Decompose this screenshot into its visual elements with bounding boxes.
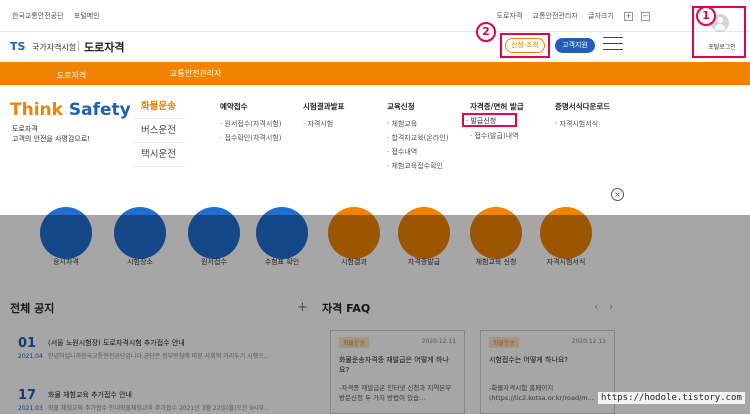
- quick-label: 체험교육 신청: [475, 258, 517, 266]
- nav-tab-road-qualification[interactable]: 도로자격: [10, 62, 133, 86]
- nav-tab-traffic-safety-manager[interactable]: 교통안전관리자: [170, 62, 280, 85]
- brand-tagline-1: 도로자격: [12, 125, 38, 133]
- faq-answer: -화물자격시험 홈페이지(https://lic2.kotsa.or.kr/ro…: [489, 384, 594, 402]
- notice-month: 2021.03: [18, 405, 43, 412]
- menu-link-issue-apply[interactable]: · 발급신청: [466, 116, 496, 126]
- notice-section-title: 전체 공지: [10, 302, 55, 315]
- exam-forms-icon[interactable]: [540, 207, 592, 259]
- annotation-number-1: 1: [696, 6, 716, 26]
- ticket-check-icon[interactable]: [256, 207, 308, 259]
- site-title[interactable]: 도로자격: [84, 39, 124, 55]
- faq-carousel-arrows: ‹ ›: [594, 300, 613, 313]
- kotsa-link[interactable]: 한국교통안전공단: [12, 12, 64, 20]
- quick-label: 시험결과: [341, 258, 367, 266]
- quick-label: 수험표 확인: [264, 258, 300, 266]
- faq-card[interactable]: 화물운송 2020.12.11 화물운송자격증 재발급은 어떻게 하나요? -자…: [330, 330, 465, 414]
- notice-day: 01: [18, 336, 37, 351]
- notice-more-icon[interactable]: +: [297, 300, 308, 315]
- notice-item-desc: 화물 체험교육 추가접수 안내화물체험교육 추가접수 2021년 3월 22일(…: [48, 405, 270, 412]
- menu-link-issue-history[interactable]: · 접수(발급)내역: [470, 131, 524, 141]
- customer-support-button[interactable]: 고객지원: [555, 38, 595, 53]
- application-icon[interactable]: [188, 207, 240, 259]
- faq-answer: -자격증 재발급은 인터넷 신청과 지역본부 방문신청 두 가지 방법이 있습.…: [339, 384, 452, 402]
- traffic-safety-manager-link[interactable]: 교통안전관리자: [533, 12, 578, 20]
- blog-watermark: https://hodole.tistory.com: [598, 392, 745, 404]
- road-qualification-link[interactable]: 도로자격: [497, 12, 523, 20]
- annotation-number-2: 2: [476, 22, 496, 42]
- logo-divider: [78, 41, 79, 51]
- menu-link-exam-forms[interactable]: · 자격시험서식: [555, 119, 610, 129]
- quick-label: 자격시험서식: [546, 258, 586, 266]
- quick-label: 시험장소: [127, 258, 153, 266]
- faq-card[interactable]: 화물운송 2020.12.11 시험접수는 어떻게 하나요? -화물자격시험 홈…: [480, 330, 615, 414]
- menu-col-reservation: 예약접수 · 원서접수(자격시험) · 접수확인(자격시험): [220, 101, 281, 147]
- notice-item-desc: 안녕하십니까한국교통안전공단입니다.공단은 정부방침에 따른 사회적 거리두기 …: [48, 353, 270, 360]
- menu-col-title: 예약접수: [220, 102, 248, 111]
- top-utility-bar: 한국교통안전공단 포털메인 도로자격 교통안전관리자 글자크기 + −: [0, 0, 750, 32]
- menu-link-edu-check[interactable]: · 체험교육접수확인: [387, 161, 448, 171]
- license-issue-icon[interactable]: [398, 207, 450, 259]
- apply-inquiry-button[interactable]: 신청·조회: [505, 38, 545, 53]
- quick-label: 자격증발급: [407, 258, 441, 266]
- category-bus[interactable]: 버스운전: [133, 119, 188, 143]
- top-right-links: 도로자격 교통안전관리자 글자크기 + −: [489, 11, 650, 21]
- top-left-links: 한국교통안전공단 포털메인: [12, 11, 108, 21]
- menu-col-education: 교육신청 · 체험교육 · 합격자교육(온라인) · 접수내역 · 체험교육접수…: [387, 101, 448, 175]
- brand-tagline-2: 고객의 안전을 사명감으로!: [12, 135, 91, 143]
- font-increase-button[interactable]: +: [624, 12, 633, 21]
- faq-section-title: 자격 FAQ: [322, 302, 371, 315]
- experience-edu-icon[interactable]: [470, 207, 522, 259]
- exam-result-icon[interactable]: [328, 207, 380, 259]
- category-side-menu: 화물운송 버스운전 택시운전: [133, 95, 188, 167]
- menu-col-title: 자격증/면허 발급: [470, 102, 524, 111]
- prev-arrow-icon[interactable]: ‹: [594, 300, 598, 313]
- menu-col-title: 증명서식다운로드: [555, 102, 611, 111]
- exam-location-icon[interactable]: [114, 207, 166, 259]
- hamburger-menu-icon[interactable]: [603, 37, 623, 51]
- notice-item-title[interactable]: (서울 노원시험장) 도로자격시험 추가접수 안내: [48, 338, 185, 348]
- menu-link-experience-edu[interactable]: · 체험교육: [387, 119, 448, 129]
- portal-main-link[interactable]: 포털메인: [74, 12, 100, 20]
- faq-date: 2020.12.11: [421, 338, 456, 345]
- close-menu-icon[interactable]: ×: [611, 188, 624, 201]
- category-freight[interactable]: 화물운송: [133, 95, 188, 119]
- faq-question: 화물운송자격증 재발급은 어떻게 하나요?: [339, 356, 449, 374]
- menu-col-forms: 증명서식다운로드 · 자격시험서식: [555, 101, 610, 133]
- faq-question: 시험접수는 어떻게 하나요?: [489, 356, 569, 364]
- faq-category-badge: 화물운송: [339, 337, 370, 348]
- notice-month: 2021.04: [18, 353, 43, 360]
- menu-link-application-check[interactable]: · 접수확인(자격시험): [220, 133, 281, 143]
- quick-label: 원서접수: [201, 258, 227, 266]
- qualification-icon[interactable]: [40, 207, 92, 259]
- logo-subtitle: 국가자격시험: [32, 43, 77, 52]
- ts-logo[interactable]: TS: [10, 40, 25, 53]
- font-decrease-button[interactable]: −: [641, 12, 650, 21]
- menu-link-receipt-history[interactable]: · 접수내역: [387, 147, 448, 157]
- quick-label: 응시자격: [53, 258, 79, 266]
- menu-col-title: 교육신청: [387, 102, 415, 111]
- next-arrow-icon[interactable]: ›: [609, 300, 613, 313]
- menu-link-application[interactable]: · 원서접수(자격시험): [220, 119, 281, 129]
- notice-item-title[interactable]: 화물 체험교육 추가접수 안내: [48, 390, 132, 400]
- font-size-label: 글자크기: [588, 12, 614, 20]
- portal-login-link[interactable]: 포털로그인: [700, 42, 744, 51]
- faq-date: 2020.12.11: [571, 338, 606, 345]
- menu-link-online-edu[interactable]: · 합격자교육(온라인): [387, 133, 448, 143]
- menu-col-results: 시험결과발표 · 자격시험: [303, 101, 344, 133]
- faq-category-badge: 화물운송: [489, 337, 520, 348]
- menu-link-exam-result[interactable]: · 자격시험: [303, 119, 344, 129]
- menu-col-title: 시험결과발표: [303, 102, 345, 111]
- notice-day: 17: [18, 388, 37, 403]
- category-taxi[interactable]: 택시운전: [133, 143, 188, 167]
- brand-slogan: Think Safety: [10, 100, 131, 120]
